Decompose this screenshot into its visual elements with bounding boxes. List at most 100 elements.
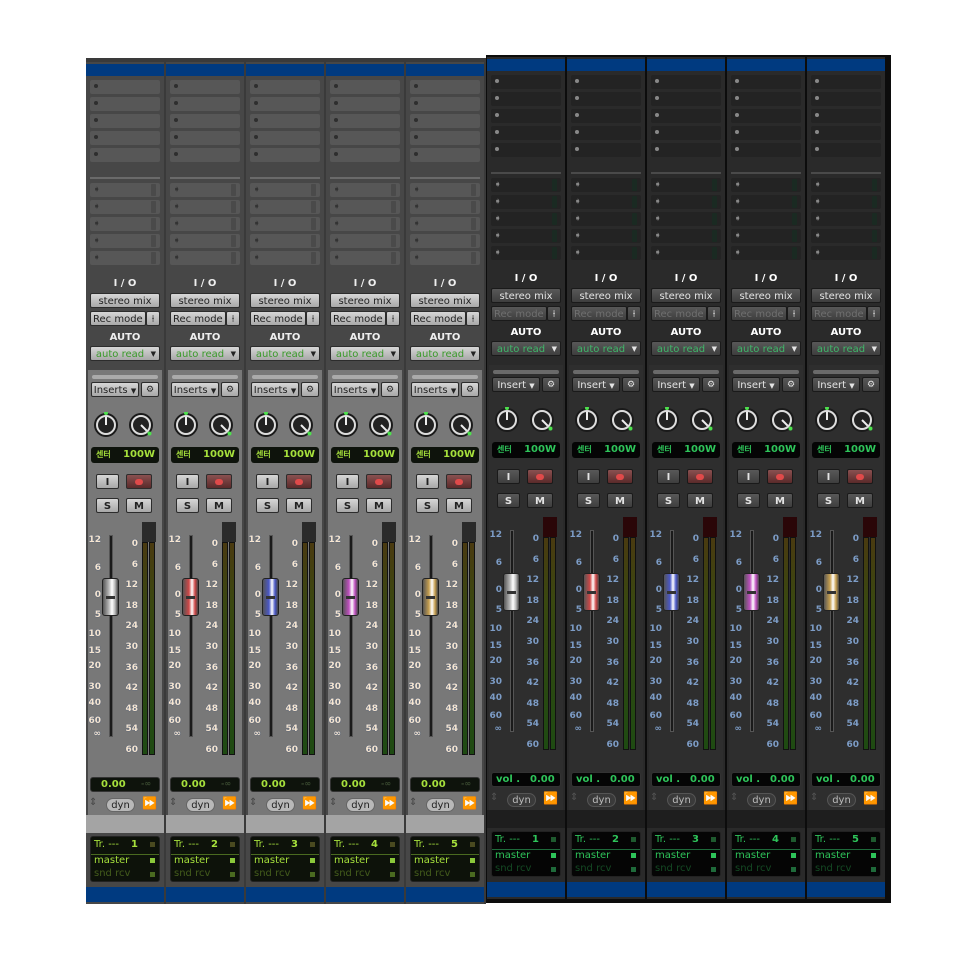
- width-knob[interactable]: [689, 407, 715, 433]
- insert-slot[interactable]: [330, 148, 400, 162]
- automation-mode-select[interactable]: auto read ▼: [731, 341, 801, 356]
- insert-slot[interactable]: [250, 97, 320, 111]
- width-knob[interactable]: [448, 412, 474, 438]
- insert-slot[interactable]: [571, 75, 641, 89]
- dyn-button[interactable]: dyn: [106, 798, 135, 812]
- width-knob[interactable]: [288, 412, 314, 438]
- send-slot[interactable]: ➧: [571, 195, 641, 209]
- dyn-button[interactable]: dyn: [747, 793, 776, 807]
- dyn-button[interactable]: dyn: [186, 798, 215, 812]
- send-slot[interactable]: ➧: [90, 217, 160, 231]
- send-slot[interactable]: ➧: [330, 234, 400, 248]
- send-slot[interactable]: ➧: [170, 200, 240, 214]
- automation-mode-select[interactable]: auto read ▼: [330, 346, 400, 361]
- send-slot[interactable]: ➧: [410, 200, 480, 214]
- send-slot[interactable]: ➧: [90, 183, 160, 197]
- insert-slot[interactable]: [250, 131, 320, 145]
- volume-display[interactable]: vol . 0.00: [491, 772, 561, 787]
- insert-slot[interactable]: [571, 126, 641, 140]
- send-slot[interactable]: ➧: [170, 217, 240, 231]
- insert-slot[interactable]: [491, 75, 561, 89]
- volume-display[interactable]: 0.00 -∞: [90, 777, 160, 792]
- insert-slot[interactable]: [170, 80, 240, 94]
- send-slot[interactable]: ➧: [170, 251, 240, 265]
- insert-slot[interactable]: [731, 109, 801, 123]
- volume-display[interactable]: 0.00 -∞: [250, 777, 320, 792]
- nudge-updown-icon[interactable]: ⇕: [329, 797, 337, 808]
- insert-slot[interactable]: [410, 114, 480, 128]
- fast-forward-icon[interactable]: ⏩: [703, 791, 718, 805]
- pan-knob[interactable]: [173, 412, 199, 438]
- send-slot[interactable]: ➧: [90, 251, 160, 265]
- width-knob[interactable]: [529, 407, 555, 433]
- rec-mode-button[interactable]: Rec mode: [410, 311, 466, 326]
- solo-button[interactable]: S: [176, 498, 199, 513]
- record-arm-button[interactable]: [446, 474, 472, 489]
- solo-button[interactable]: S: [256, 498, 279, 513]
- output-bus[interactable]: master: [174, 855, 209, 866]
- volume-display[interactable]: vol . 0.00: [731, 772, 801, 787]
- output-bus[interactable]: master: [495, 850, 530, 861]
- dyn-button[interactable]: dyn: [507, 793, 536, 807]
- gear-icon[interactable]: ⚙: [301, 382, 319, 397]
- insert-slot[interactable]: [170, 148, 240, 162]
- insert-slot[interactable]: [811, 92, 881, 106]
- pan-knob[interactable]: [574, 407, 600, 433]
- send-slot[interactable]: ➧: [250, 234, 320, 248]
- pin-icon[interactable]: ⍿: [226, 311, 240, 326]
- rec-mode-button[interactable]: Rec mode: [651, 306, 707, 321]
- send-slot[interactable]: ➧: [571, 246, 641, 260]
- insert-slot[interactable]: [571, 109, 641, 123]
- fast-forward-icon[interactable]: ⏩: [863, 791, 878, 805]
- rec-mode-button[interactable]: Rec mode: [90, 311, 146, 326]
- fast-forward-icon[interactable]: ⏩: [783, 791, 798, 805]
- output-selector[interactable]: stereo mix: [250, 293, 320, 308]
- volume-display[interactable]: 0.00 -∞: [410, 777, 480, 792]
- send-slot[interactable]: ➧: [571, 178, 641, 192]
- record-arm-button[interactable]: [767, 469, 793, 484]
- volume-display[interactable]: vol . 0.00: [651, 772, 721, 787]
- dyn-button[interactable]: dyn: [346, 798, 375, 812]
- insert-slot[interactable]: [811, 143, 881, 157]
- insert-slot[interactable]: [90, 148, 160, 162]
- input-monitor-button[interactable]: I: [256, 474, 279, 489]
- send-slot[interactable]: ➧: [571, 229, 641, 243]
- insert-slot[interactable]: [90, 131, 160, 145]
- pin-icon[interactable]: ⍿: [306, 311, 320, 326]
- record-arm-button[interactable]: [847, 469, 873, 484]
- send-slot[interactable]: ➧: [731, 195, 801, 209]
- solo-button[interactable]: S: [96, 498, 119, 513]
- mute-button[interactable]: M: [607, 493, 633, 508]
- send-slot[interactable]: ➧: [731, 178, 801, 192]
- solo-button[interactable]: S: [657, 493, 680, 508]
- send-slot[interactable]: ➧: [330, 183, 400, 197]
- send-slot[interactable]: ➧: [731, 246, 801, 260]
- inserts-menu-button[interactable]: Insert ▼: [572, 377, 620, 392]
- mute-button[interactable]: M: [527, 493, 553, 508]
- insert-slot[interactable]: [731, 92, 801, 106]
- gear-icon[interactable]: ⚙: [461, 382, 479, 397]
- pan-knob[interactable]: [93, 412, 119, 438]
- input-monitor-button[interactable]: I: [817, 469, 840, 484]
- record-arm-button[interactable]: [126, 474, 152, 489]
- send-slot[interactable]: ➧: [491, 246, 561, 260]
- gear-icon[interactable]: ⚙: [221, 382, 239, 397]
- width-knob[interactable]: [128, 412, 154, 438]
- output-selector[interactable]: stereo mix: [651, 288, 721, 303]
- pin-icon[interactable]: ⍿: [867, 306, 881, 321]
- solo-button[interactable]: S: [497, 493, 520, 508]
- rec-mode-button[interactable]: Rec mode: [571, 306, 627, 321]
- nudge-updown-icon[interactable]: ⇕: [810, 792, 818, 803]
- send-slot[interactable]: ➧: [410, 234, 480, 248]
- output-bus[interactable]: master: [655, 850, 690, 861]
- input-monitor-button[interactable]: I: [416, 474, 439, 489]
- mute-button[interactable]: M: [366, 498, 392, 513]
- insert-slot[interactable]: [491, 126, 561, 140]
- send-slot[interactable]: ➧: [651, 212, 721, 226]
- insert-slot[interactable]: [571, 143, 641, 157]
- fast-forward-icon[interactable]: ⏩: [382, 796, 397, 810]
- fast-forward-icon[interactable]: ⏩: [623, 791, 638, 805]
- insert-slot[interactable]: [811, 75, 881, 89]
- insert-slot[interactable]: [410, 97, 480, 111]
- width-knob[interactable]: [609, 407, 635, 433]
